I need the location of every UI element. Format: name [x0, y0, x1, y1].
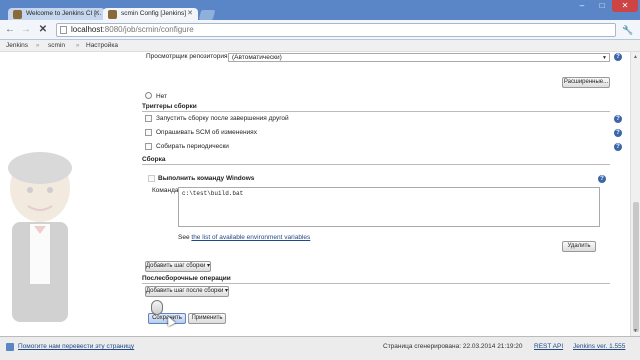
add-post-build-step-label: Добавить шаг после сборки — [146, 288, 224, 294]
window-close-button[interactable]: ✕ — [612, 0, 638, 12]
apply-button[interactable]: Применить — [188, 313, 226, 324]
build-periodically-label: Собирать периодически — [156, 143, 229, 150]
page-scrollbar[interactable]: ▲ ▼ — [630, 52, 640, 336]
jenkins-mascot-icon — [8, 152, 72, 322]
windows-command-title: Выполнить команду Windows — [158, 175, 255, 182]
breadcrumb-job[interactable]: scmin — [48, 40, 65, 52]
mouse-click-indicator-icon — [151, 300, 163, 315]
window-minimize-button[interactable]: – — [572, 0, 592, 12]
tab-bar: Welcome to Jenkins CI [... ✕ scmin Confi… — [0, 0, 640, 21]
env-vars-hint: See the list of available environment va… — [178, 234, 310, 241]
breadcrumb: Jenkins » scmin » Настройка — [0, 40, 640, 52]
rest-api-link[interactable]: REST API — [534, 343, 563, 350]
post-build-title: Послесборочные операции — [142, 275, 231, 282]
trigger-after-other-label: Запустить сборку после завершения другой — [156, 115, 289, 122]
build-section-title: Сборка — [142, 156, 166, 163]
help-icon[interactable]: ? — [614, 143, 622, 151]
scm-none-label: Нет — [156, 93, 168, 100]
tab-title: scmin Config [Jenkins] — [121, 10, 187, 17]
add-build-step-label: Добавить шаг сборки — [146, 263, 206, 269]
section-divider — [142, 111, 610, 112]
advanced-button[interactable]: Расширенные... — [562, 77, 610, 88]
translate-icon — [6, 343, 14, 351]
help-icon[interactable]: ? — [614, 115, 622, 123]
repo-browser-select[interactable]: (Автоматически) ▼ — [228, 53, 610, 62]
env-vars-prefix: See — [178, 234, 190, 241]
poll-scm-checkbox[interactable] — [145, 129, 152, 136]
breadcrumb-separator-icon: » — [36, 43, 40, 49]
help-icon[interactable]: ? — [614, 129, 622, 137]
forward-arrow-icon[interactable]: → — [20, 23, 32, 37]
window-maximize-button[interactable]: □ — [592, 0, 612, 12]
help-icon[interactable]: ? — [614, 53, 622, 61]
generated-timestamp: Страница сгенерирована: 22.03.2014 21:19… — [383, 343, 523, 350]
tab-close-icon[interactable]: ✕ — [187, 9, 193, 17]
page-icon — [60, 26, 67, 34]
repo-browser-value: (Автоматически) — [232, 54, 282, 61]
section-divider — [142, 283, 610, 284]
add-post-build-step-button[interactable]: Добавить шаг после сборки ▾ — [145, 286, 229, 297]
add-build-step-button[interactable]: Добавить шаг сборки ▾ — [145, 261, 211, 272]
command-value: c:\test\build.bat — [182, 190, 244, 197]
address-bar[interactable]: localhost:8080/job/scmin/configure — [56, 23, 616, 37]
translate-link[interactable]: Помогите нам перевести эту страницу — [18, 343, 134, 350]
breadcrumb-separator-icon: » — [76, 43, 80, 49]
browser-chrome: Welcome to Jenkins CI [... ✕ scmin Confi… — [0, 0, 640, 40]
wrench-menu-icon[interactable]: 🔧 — [622, 25, 634, 35]
back-arrow-icon[interactable]: ← — [4, 23, 16, 37]
command-label: Команда — [152, 187, 179, 194]
url-host: localhost — [71, 25, 103, 34]
new-tab-button[interactable] — [198, 10, 216, 20]
jenkins-footer: Помогите нам перевести эту страницу Стра… — [0, 336, 640, 360]
trigger-after-other-checkbox[interactable] — [145, 115, 152, 122]
browser-toolbar: ← → ✕ localhost:8080/job/scmin/configure… — [0, 20, 640, 40]
scroll-up-arrow-icon[interactable]: ▲ — [633, 54, 638, 60]
jenkins-favicon-icon — [13, 10, 22, 19]
chevron-down-icon: ▾ — [206, 263, 210, 269]
command-textarea[interactable]: c:\test\build.bat — [178, 187, 600, 227]
breadcrumb-configure[interactable]: Настройка — [86, 40, 118, 52]
scroll-down-arrow-icon[interactable]: ▼ — [633, 328, 638, 334]
jenkins-favicon-icon — [108, 10, 117, 19]
jenkins-version-link[interactable]: Jenkins ver. 1.555 — [573, 343, 625, 350]
build-triggers-title: Триггеры сборки — [142, 103, 197, 110]
breadcrumb-jenkins[interactable]: Jenkins — [6, 40, 28, 52]
chevron-down-icon: ▾ — [225, 288, 229, 294]
tab-close-icon[interactable]: ✕ — [94, 9, 100, 17]
windows-command-drag-handle[interactable] — [148, 175, 155, 182]
chevron-down-icon: ▼ — [602, 55, 607, 61]
url-path: :8080/job/scmin/configure — [102, 25, 194, 34]
repo-browser-label: Просмотрщик репозитория — [146, 53, 228, 60]
section-divider — [142, 164, 610, 165]
scroll-thumb[interactable] — [633, 202, 639, 332]
tab-title: Welcome to Jenkins CI [... — [26, 10, 102, 17]
poll-scm-label: Опрашивать SCM об изменениях — [156, 129, 257, 136]
build-periodically-checkbox[interactable] — [145, 143, 152, 150]
jenkins-page: Jenkins » scmin » Настройка ▲ ▼ Просмотр… — [0, 40, 640, 336]
delete-step-button[interactable]: Удалить — [562, 241, 596, 252]
help-icon[interactable]: ? — [598, 175, 606, 183]
scm-none-radio[interactable] — [145, 92, 152, 99]
stop-loading-icon[interactable]: ✕ — [37, 23, 49, 37]
env-vars-link[interactable]: the list of available environment variab… — [191, 234, 310, 241]
